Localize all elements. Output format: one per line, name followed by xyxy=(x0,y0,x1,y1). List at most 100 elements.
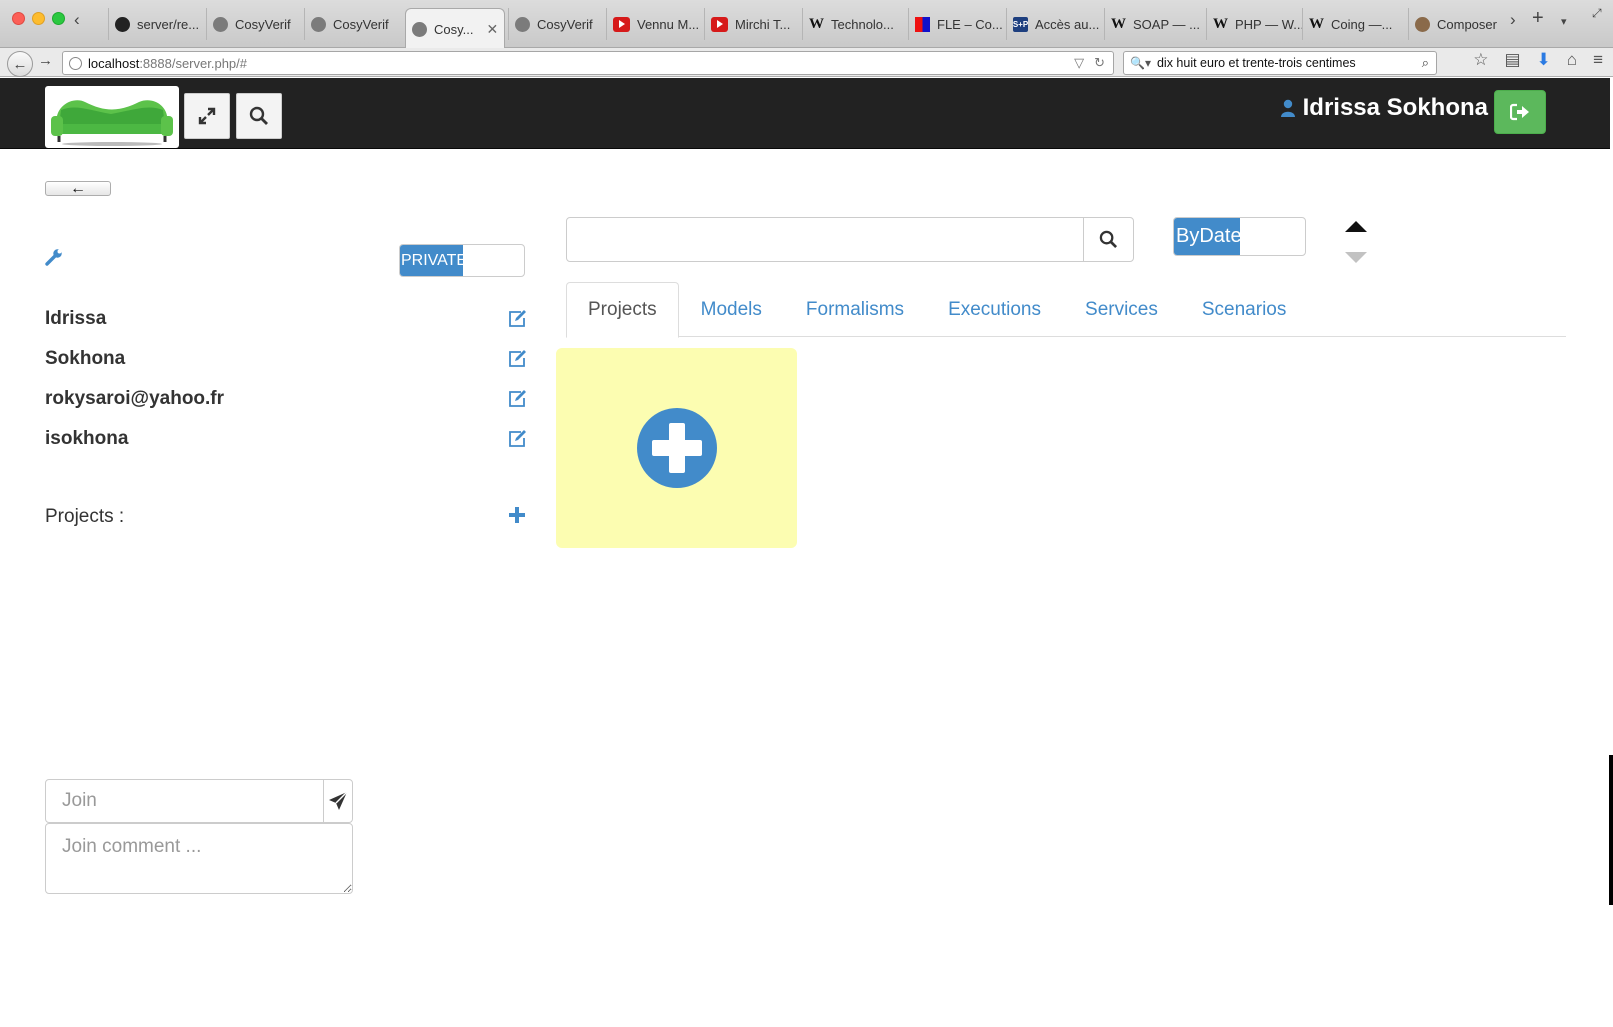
join-send-button[interactable] xyxy=(323,780,352,822)
download-icon[interactable]: ⬇ xyxy=(1537,50,1551,70)
profile-field-value: isokhona xyxy=(45,428,129,449)
composer-icon xyxy=(1415,16,1430,32)
tab-scenarios[interactable]: Scenarios xyxy=(1180,282,1309,337)
cosyverif-icon xyxy=(412,21,427,37)
browser-tab[interactable]: CosyVerif xyxy=(206,8,304,40)
profile-field-login: isokhona xyxy=(45,424,527,454)
browser-tab[interactable]: W Coing —... xyxy=(1302,8,1398,40)
logout-button[interactable] xyxy=(1494,90,1546,134)
sign-out-icon xyxy=(1510,103,1529,121)
browser-forward-button[interactable]: → xyxy=(38,52,53,69)
reading-list-icon[interactable]: ▤ xyxy=(1504,50,1520,70)
url-bar[interactable]: localhost :8888/server.php/# ▽ ↻ xyxy=(62,51,1114,75)
home-icon[interactable]: ⌂ xyxy=(1567,50,1577,70)
user-name: Idrissa Sokhona xyxy=(1302,94,1488,121)
browser-toolbar-icons: ☆ ▤ ⬇ ⌂ ≡ xyxy=(1473,50,1603,70)
cosyverif-icon xyxy=(311,16,326,32)
new-tab-icon[interactable]: + xyxy=(1532,7,1544,30)
browser-tab-active[interactable]: Cosy... ✕ xyxy=(405,8,505,49)
arrow-left-icon: ← xyxy=(70,179,86,197)
browser-tab[interactable]: CosyVerif xyxy=(508,8,606,40)
browser-tab[interactable]: server/re... xyxy=(108,8,206,40)
tab-list-dropdown-icon[interactable]: ▾ xyxy=(1561,15,1567,28)
user-icon xyxy=(1280,99,1295,117)
browser-tab-label: Cosy... xyxy=(434,21,474,37)
edit-icon[interactable] xyxy=(507,309,527,329)
browser-tab[interactable]: W SOAP — ... xyxy=(1104,8,1202,40)
back-button[interactable]: ← xyxy=(45,179,111,197)
browser-tab-label: CosyVerif xyxy=(537,16,593,32)
browser-tab-label: CosyVerif xyxy=(333,16,389,32)
sp-icon: S+P xyxy=(1013,16,1028,32)
profile-field-value: Idrissa xyxy=(45,308,107,329)
edit-icon[interactable] xyxy=(507,349,527,369)
wikipedia-icon: W xyxy=(1213,15,1228,32)
browser-tab-label: SOAP — ... xyxy=(1133,16,1200,32)
minimize-window-button[interactable] xyxy=(32,12,45,25)
zoom-window-button[interactable] xyxy=(52,12,65,25)
fullscreen-icon[interactable]: ⤢ xyxy=(1592,6,1602,21)
tabs-scroll-right-icon[interactable]: › xyxy=(1510,10,1516,30)
browser-tab-label: Accès au... xyxy=(1035,16,1100,32)
browser-search-value: dix huit euro et trente-trois centimes xyxy=(1156,56,1356,70)
browser-tab[interactable]: CosyVerif xyxy=(304,8,402,40)
profile-field-first-name: Idrissa xyxy=(45,304,527,334)
globe-icon xyxy=(69,56,82,70)
browser-tab-label: PHP — W... xyxy=(1235,16,1302,32)
bookmark-star-icon[interactable]: ☆ xyxy=(1473,50,1488,70)
browser-tab[interactable]: Composer xyxy=(1408,8,1504,40)
browser-back-button[interactable]: ← xyxy=(7,51,33,77)
window-edge xyxy=(1609,755,1613,905)
current-user[interactable]: Idrissa Sokhona xyxy=(1280,94,1488,122)
tab-models[interactable]: Models xyxy=(679,282,784,337)
visibility-toggle-label: PRIVATE xyxy=(400,245,467,276)
browser-tab[interactable]: W Technolo... xyxy=(802,8,900,40)
menu-icon[interactable]: ≡ xyxy=(1593,50,1603,70)
join-comment-field[interactable] xyxy=(45,823,353,894)
url-host: localhost xyxy=(88,55,140,71)
wikipedia-icon: W xyxy=(1111,15,1126,32)
sort-ascending-icon[interactable] xyxy=(1345,221,1367,232)
search-icon xyxy=(1099,230,1118,249)
url-history-dropdown-icon[interactable]: ▽ xyxy=(1074,55,1084,71)
tab-formalisms[interactable]: Formalisms xyxy=(784,282,926,337)
search-icon[interactable]: ⌕ xyxy=(1422,55,1429,71)
header-search-button[interactable] xyxy=(236,93,282,139)
sort-by-date-toggle[interactable]: ByDate xyxy=(1173,217,1306,256)
browser-search-bar[interactable]: 🔍▾ dix huit euro et trente-trois centime… xyxy=(1123,51,1437,75)
plus-circle-icon xyxy=(636,408,717,488)
youtube-icon xyxy=(711,16,728,32)
app-header: Idrissa Sokhona xyxy=(0,78,1610,149)
browser-tab[interactable]: Mirchi T... xyxy=(704,8,802,40)
add-project-icon[interactable] xyxy=(509,507,525,523)
tab-projects[interactable]: Projects xyxy=(566,282,679,338)
profile-field-value: rokysaroi@yahoo.fr xyxy=(45,388,225,409)
project-search-button[interactable] xyxy=(1083,218,1133,261)
search-engine-icon[interactable]: 🔍▾ xyxy=(1130,56,1151,70)
add-project-card[interactable] xyxy=(556,348,797,548)
edit-icon[interactable] xyxy=(507,429,527,449)
edit-icon[interactable] xyxy=(507,389,527,409)
browser-tab[interactable]: W PHP — W... xyxy=(1206,8,1302,40)
browser-tab-label: Technolo... xyxy=(831,16,894,32)
visibility-toggle[interactable]: PRIVATE xyxy=(399,244,525,277)
browser-tab-label: server/re... xyxy=(137,16,200,32)
browser-tab[interactable]: Vennu M... xyxy=(606,8,704,40)
sofa-logo[interactable] xyxy=(45,86,179,148)
join-input[interactable] xyxy=(46,780,323,822)
tab-services[interactable]: Services xyxy=(1063,282,1180,337)
sort-descending-icon[interactable] xyxy=(1345,252,1367,263)
close-window-button[interactable] xyxy=(12,12,25,25)
project-search-input[interactable] xyxy=(567,218,1083,261)
browser-tab[interactable]: S+P Accès au... xyxy=(1006,8,1104,40)
wrench-icon[interactable] xyxy=(45,248,63,266)
tab-executions[interactable]: Executions xyxy=(926,282,1063,337)
cosyverif-icon xyxy=(213,16,228,32)
tabs-scroll-left-icon[interactable]: ‹ xyxy=(74,10,80,30)
close-tab-icon[interactable]: ✕ xyxy=(487,21,499,38)
fle-icon xyxy=(915,16,930,32)
fullscreen-button[interactable] xyxy=(184,93,230,139)
browser-tab[interactable]: FLE – Co... xyxy=(908,8,1006,40)
browser-tab-label: Mirchi T... xyxy=(735,16,791,32)
reload-icon[interactable]: ↻ xyxy=(1094,55,1105,71)
